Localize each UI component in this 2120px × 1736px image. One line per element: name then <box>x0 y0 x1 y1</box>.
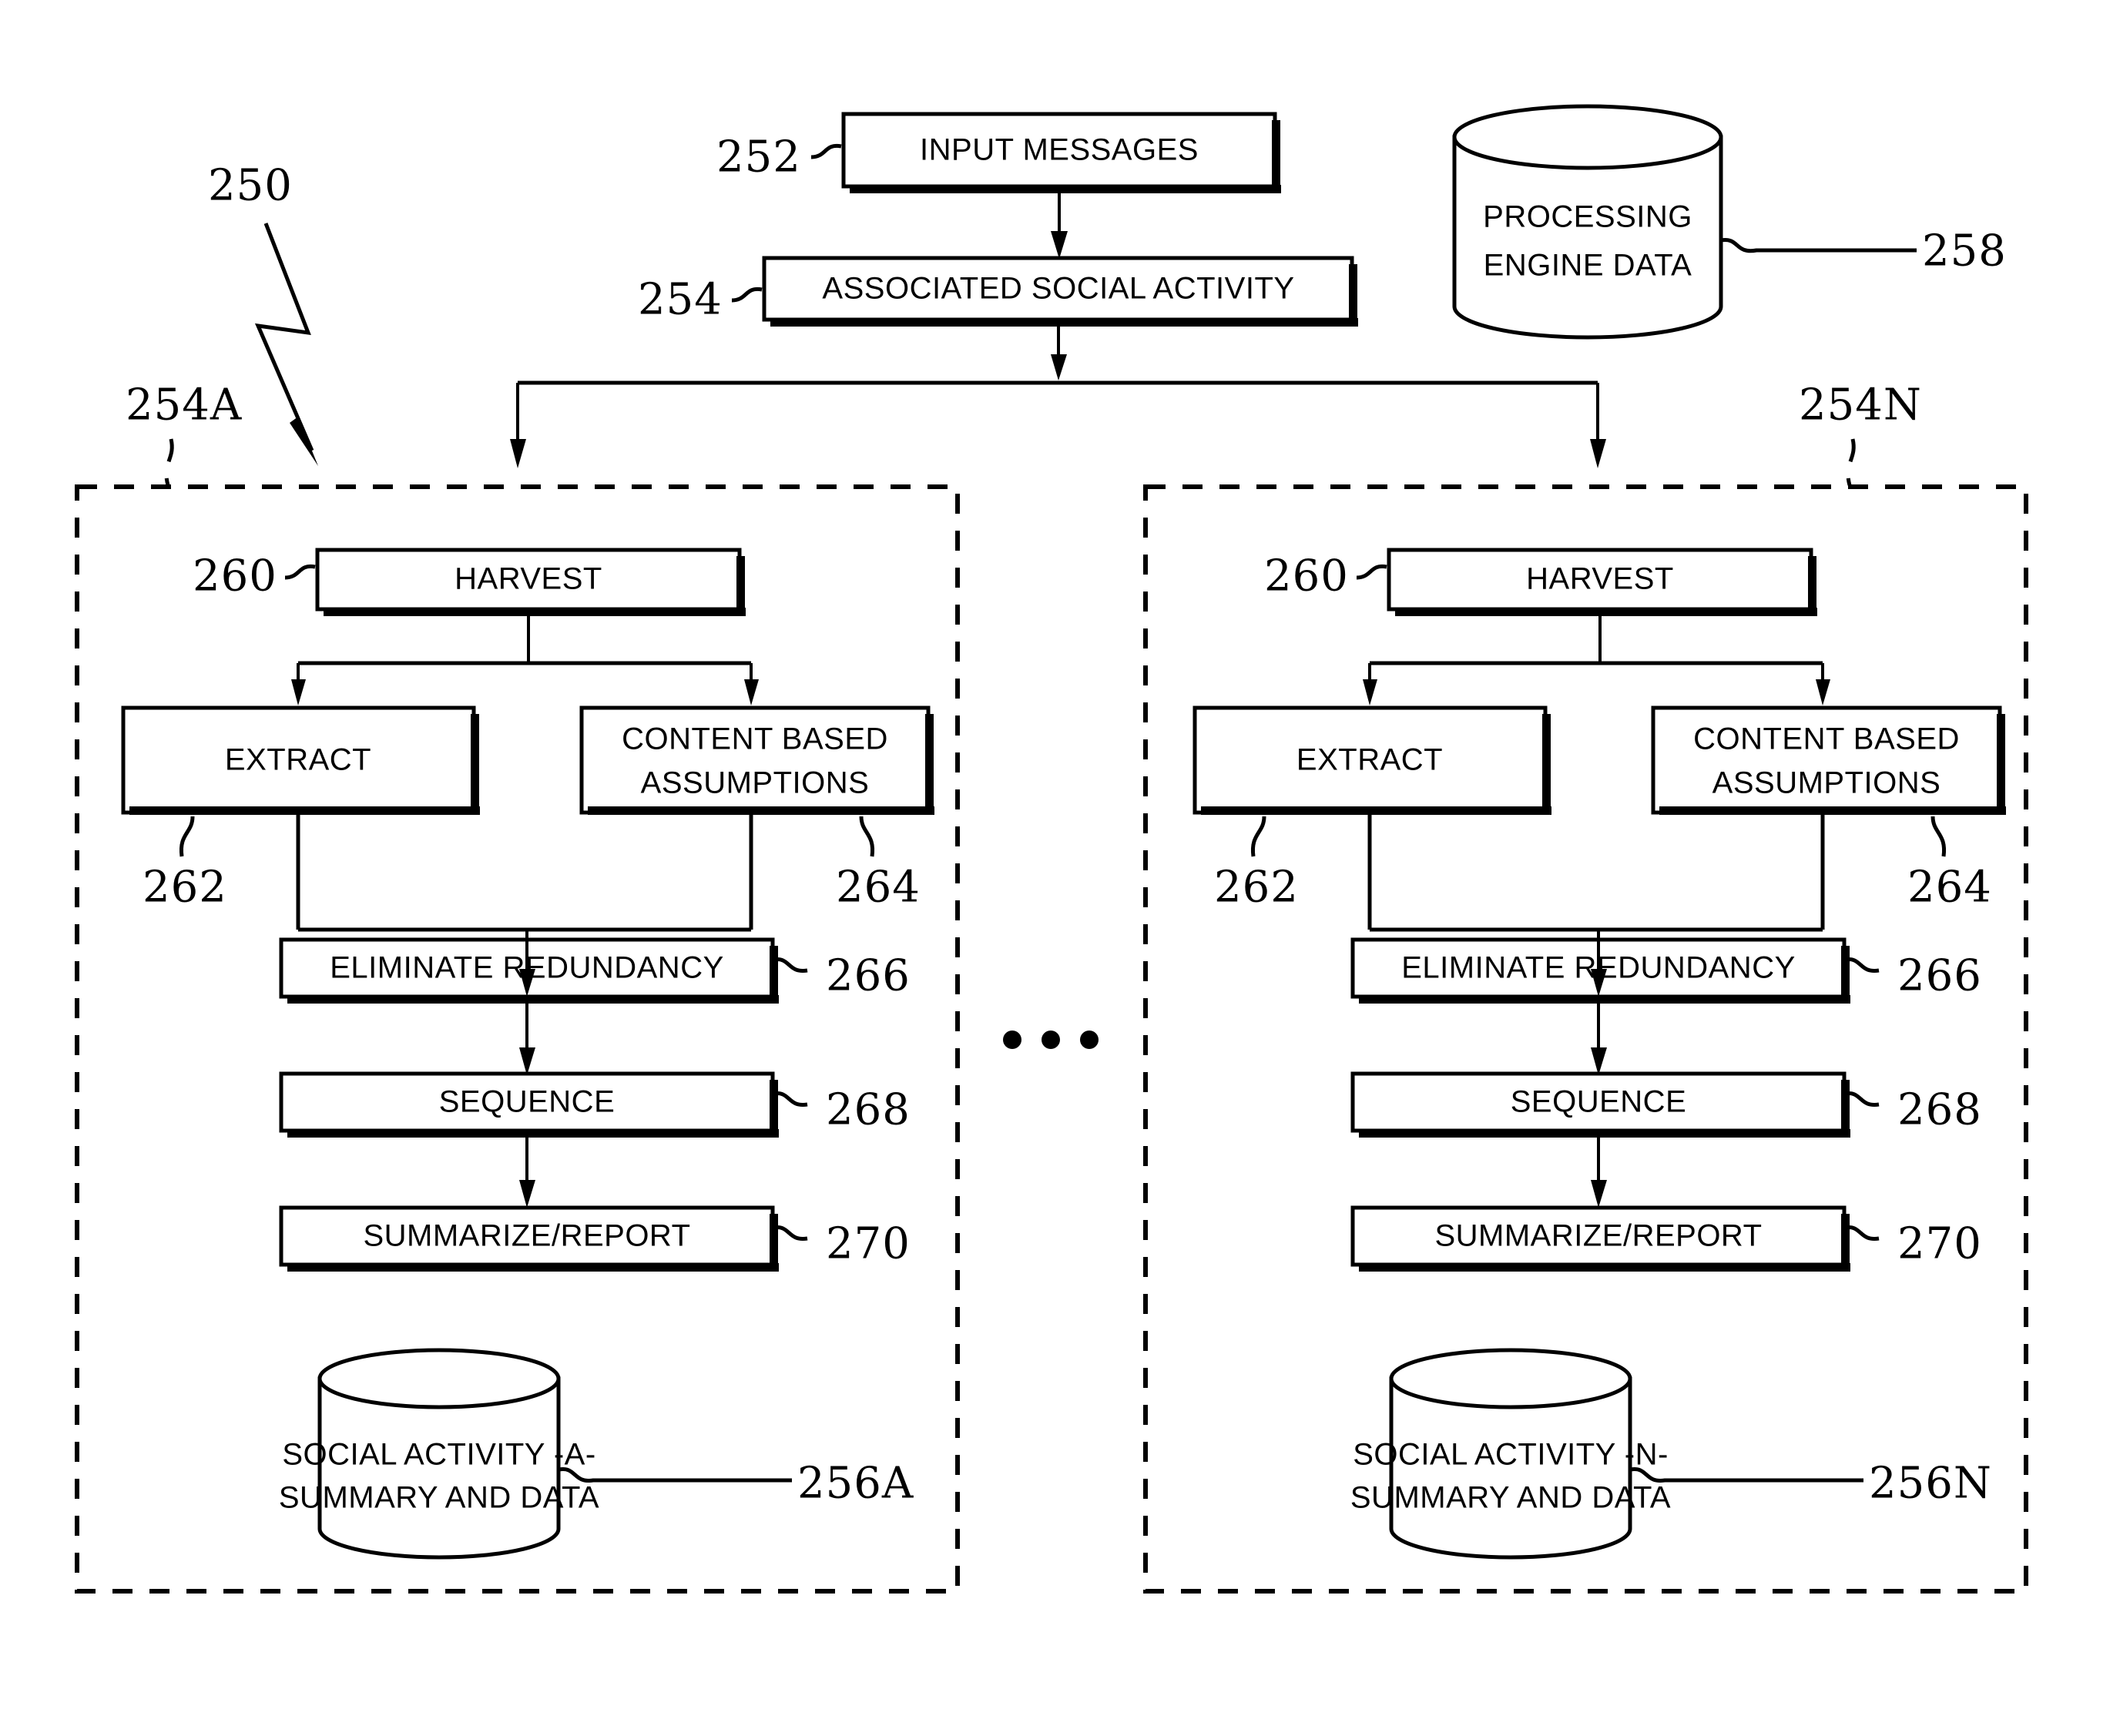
eliminate-a-label: ELIMINATE REDUNDANCY <box>330 951 724 985</box>
ellipsis-dot-2 <box>1042 1031 1060 1049</box>
ref-256n: 256N <box>1869 1459 1992 1509</box>
ellipsis-dot-3 <box>1080 1031 1099 1049</box>
sequence-a-label: SEQUENCE <box>439 1085 616 1119</box>
ref-262-n-leader <box>1250 816 1266 857</box>
patent-figure-canvas: 250 INPUT MESSAGES 252 ASSOCIATED SOCIAL… <box>0 0 2120 1736</box>
connector-a-sequence-to-summarize-arrow-icon <box>519 1180 535 1208</box>
fork-left-arrow-icon <box>510 439 526 468</box>
social-activity-a-label-line1: SOCIAL ACTIVITY -A- <box>282 1438 595 1472</box>
summarize-a-label: SUMMARIZE/REPORT <box>363 1219 690 1253</box>
ref-258-leader <box>1720 238 1917 253</box>
ref-268-a: 268 <box>826 1085 911 1135</box>
ref-268-a-leader <box>773 1091 808 1107</box>
social-activity-n-label-line2: SUMMARY AND DATA <box>1350 1481 1671 1515</box>
ref-254a-leader <box>164 438 174 486</box>
ref-270-a: 270 <box>826 1219 911 1269</box>
ref-264-n-leader <box>1930 816 1947 857</box>
ref-262-a: 262 <box>143 863 227 913</box>
social-activity-a-top-ellipse <box>317 1348 561 1409</box>
ref-260-a-leader <box>284 564 316 580</box>
ref-266-n: 266 <box>1897 951 1982 1001</box>
social-activity-n-label-line1: SOCIAL ACTIVITY -N- <box>1353 1438 1669 1472</box>
ref-256a: 256A <box>797 1459 914 1509</box>
social-activity-a-label-line2: SUMMARY AND DATA <box>279 1481 599 1515</box>
ref-252-leader <box>810 143 842 159</box>
sequence-n-label: SEQUENCE <box>1511 1085 1687 1119</box>
ref-262-a-leader <box>179 816 195 857</box>
content-based-n-label-line2: ASSUMPTIONS <box>1712 766 1941 800</box>
input-messages-label: INPUT MESSAGES <box>920 133 1199 167</box>
connector-n-eliminate-to-sequence-arrow-icon <box>1591 1047 1607 1075</box>
harvest-n-split-left-arrow-icon <box>1363 679 1377 705</box>
harvest-n-label: HARVEST <box>1526 562 1674 596</box>
connector-n-sequence-to-summarize-arrow-icon <box>1591 1180 1607 1208</box>
ref-252: 252 <box>716 132 801 183</box>
ref-270-n-leader <box>1844 1225 1880 1241</box>
ref-258: 258 <box>1922 226 2007 276</box>
harvest-a-label: HARVEST <box>455 562 602 596</box>
ref-270-n: 270 <box>1897 1219 1982 1269</box>
processing-engine-data-label-line2: ENGINE DATA <box>1484 249 1692 283</box>
ref-264-a-leader <box>859 816 875 857</box>
ref-262-n: 262 <box>1214 863 1299 913</box>
connector-a-eliminate-to-sequence-arrow-icon <box>519 1047 535 1075</box>
fork-right-arrow-icon <box>1590 439 1606 468</box>
ref-266-a-leader <box>773 957 808 973</box>
content-based-a-label-line2: ASSUMPTIONS <box>641 766 870 800</box>
ref-268-n-leader <box>1844 1091 1880 1107</box>
ref-260-n-leader <box>1356 564 1387 580</box>
ref-264-n: 264 <box>1907 863 1992 913</box>
ref-266-n-leader <box>1844 957 1880 973</box>
ref-264-a: 264 <box>836 863 921 913</box>
processing-engine-data-cylinder[interactable]: PROCESSING ENGINE DATA <box>1452 104 1723 340</box>
panel-ellipsis <box>1003 1031 1099 1049</box>
content-based-a-label-line1: CONTENT BASED <box>622 722 888 756</box>
ref-260-n: 260 <box>1264 551 1349 602</box>
ref-254a: 254A <box>126 380 242 431</box>
associated-social-activity-label: ASSOCIATED SOCIAL ACTIVITY <box>822 272 1294 306</box>
content-based-n-label-line1: CONTENT BASED <box>1693 722 1960 756</box>
processing-engine-data-top-ellipse <box>1452 104 1723 170</box>
diagram-svg: 250 INPUT MESSAGES 252 ASSOCIATED SOCIAL… <box>75 104 2028 1594</box>
ref-266-a: 266 <box>826 951 911 1001</box>
ref-254n: 254N <box>1799 380 1922 431</box>
harvest-n-split-right-arrow-icon <box>1816 679 1830 705</box>
harvest-a-split-left-arrow-icon <box>291 679 306 705</box>
ellipsis-dot-1 <box>1003 1031 1021 1049</box>
social-activity-n-top-ellipse <box>1389 1348 1632 1409</box>
social-activity-n-store-cylinder[interactable]: SOCIAL ACTIVITY -N- SUMMARY AND DATA <box>1350 1348 1671 1560</box>
figure-numeral: 250 <box>208 161 293 211</box>
eliminate-n-label: ELIMINATE REDUNDANCY <box>1401 951 1796 985</box>
figure-lightning-lead-icon <box>254 223 314 451</box>
ref-270-a-leader <box>773 1225 808 1241</box>
ref-254: 254 <box>638 275 723 325</box>
ref-268-n: 268 <box>1897 1085 1982 1135</box>
ref-254-leader <box>731 287 763 303</box>
extract-n-label: EXTRACT <box>1296 743 1443 777</box>
social-activity-a-store-cylinder[interactable]: SOCIAL ACTIVITY -A- SUMMARY AND DATA <box>279 1348 599 1560</box>
ref-260-a: 260 <box>193 551 277 602</box>
fork-stem-arrow-icon <box>1051 354 1067 380</box>
processing-engine-data-label-line1: PROCESSING <box>1483 200 1692 234</box>
harvest-a-split-right-arrow-icon <box>744 679 759 705</box>
figure-lead-arrowhead-icon <box>290 417 318 466</box>
connector-arrow-input-to-associated-icon <box>1051 231 1068 259</box>
summarize-n-label: SUMMARIZE/REPORT <box>1434 1219 1762 1253</box>
ref-254n-leader <box>1846 438 1856 486</box>
extract-a-label: EXTRACT <box>225 743 371 777</box>
